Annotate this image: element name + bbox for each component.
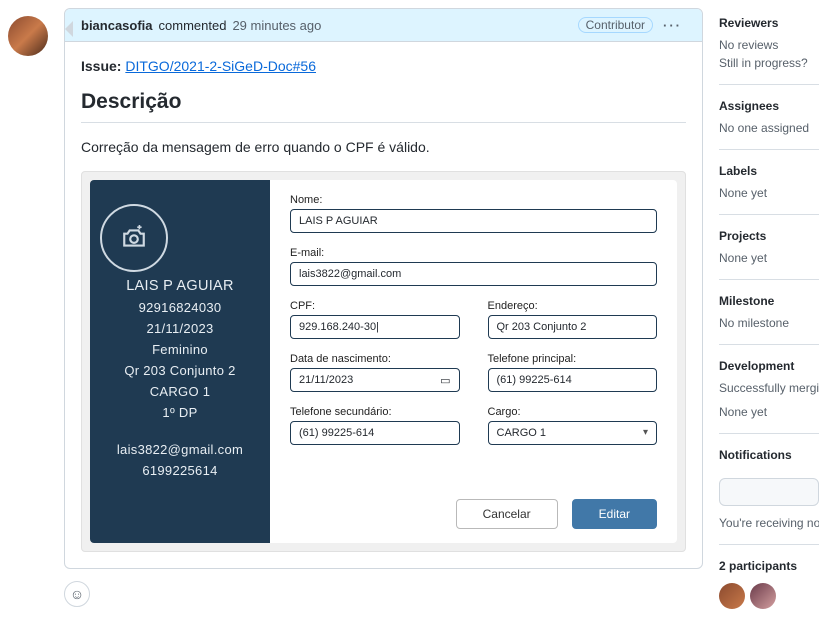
- milestone-title: Milestone: [719, 294, 819, 308]
- development-none: None yet: [719, 405, 819, 419]
- notifications-text: You're receiving notifications because y…: [719, 516, 819, 530]
- comment-author-avatar[interactable]: [8, 16, 48, 56]
- projects-section[interactable]: Projects None yet: [719, 215, 819, 280]
- comment-body: Issue: DITGO/2021-2-SiGeD-Doc#56 Descriç…: [65, 42, 702, 568]
- assignees-text: No one assigned: [719, 121, 819, 135]
- comment-container: biancasofia commented 29 minutes ago Con…: [64, 8, 703, 569]
- description-heading: Descrição: [81, 90, 686, 123]
- add-reaction-button[interactable]: ☺: [64, 581, 90, 607]
- comment-author-link[interactable]: biancasofia: [81, 18, 153, 33]
- cpf-label: CPF:: [290, 300, 460, 312]
- tel2-label: Telefone secundário:: [290, 406, 460, 418]
- reviewers-section[interactable]: Reviewers No reviews Still in progress?: [719, 8, 819, 85]
- cargo-select[interactable]: CARGO 1▾: [488, 421, 658, 445]
- attached-screenshot[interactable]: LAIS P AGUIAR 92916824030 21/11/2023 Fem…: [81, 171, 686, 552]
- comment-header: biancasofia commented 29 minutes ago Con…: [65, 9, 702, 42]
- participants-title: 2 participants: [719, 559, 819, 573]
- development-text: Successfully merging this pull request m…: [719, 381, 819, 395]
- side-dp: 1º DP: [100, 405, 260, 420]
- email-label: E-mail:: [290, 247, 657, 259]
- smiley-icon: ☺: [70, 586, 84, 602]
- side-cpf: 92916824030: [100, 300, 260, 315]
- add-photo-icon: [100, 204, 168, 272]
- side-phone: 6199225614: [100, 463, 260, 478]
- tel2-input[interactable]: (61) 99225-614: [290, 421, 460, 445]
- side-gender: Feminino: [100, 342, 260, 357]
- side-cargo: CARGO 1: [100, 384, 260, 399]
- endereco-label: Endereço:: [488, 300, 658, 312]
- reviewers-title: Reviewers: [719, 16, 819, 30]
- side-address: Qr 203 Conjunto 2: [100, 363, 260, 378]
- edit-button[interactable]: Editar: [572, 499, 657, 529]
- comment-timestamp[interactable]: 29 minutes ago: [232, 18, 321, 33]
- cpf-input[interactable]: 929.168.240-30|: [290, 315, 460, 339]
- notifications-button[interactable]: [719, 478, 819, 506]
- nascimento-label: Data de nascimento:: [290, 353, 460, 365]
- labels-title: Labels: [719, 164, 819, 178]
- form-main-panel: Nome: LAIS P AGUIAR E-mail: lais3822@gma…: [270, 180, 677, 543]
- labels-text: None yet: [719, 186, 819, 200]
- notifications-title: Notifications: [719, 448, 819, 462]
- nome-label: Nome:: [290, 194, 657, 206]
- participant-avatar-2[interactable]: [750, 583, 776, 609]
- sidebar: Reviewers No reviews Still in progress? …: [719, 8, 819, 626]
- notifications-section: Notifications You're receiving notificat…: [719, 434, 819, 545]
- tel1-label: Telefone principal:: [488, 353, 658, 365]
- projects-text: None yet: [719, 251, 819, 265]
- reviewers-progress[interactable]: Still in progress?: [719, 56, 819, 70]
- side-name: LAIS P AGUIAR: [100, 278, 260, 294]
- form-side-panel: LAIS P AGUIAR 92916824030 21/11/2023 Fem…: [90, 180, 270, 543]
- email-input[interactable]: lais3822@gmail.com: [290, 262, 657, 286]
- milestone-section[interactable]: Milestone No milestone: [719, 280, 819, 345]
- kebab-menu-icon[interactable]: ···: [659, 18, 686, 33]
- reviewers-text: No reviews: [719, 38, 819, 52]
- issue-link[interactable]: DITGO/2021-2-SiGeD-Doc#56: [125, 58, 316, 74]
- development-section[interactable]: Development Successfully merging this pu…: [719, 345, 819, 434]
- chevron-down-icon: ▾: [643, 427, 648, 438]
- calendar-icon[interactable]: ▭: [440, 374, 450, 387]
- development-title: Development: [719, 359, 819, 373]
- comment-action-text: commented: [159, 18, 227, 33]
- labels-section[interactable]: Labels None yet: [719, 150, 819, 215]
- side-email: lais3822@gmail.com: [100, 442, 260, 457]
- issue-label: Issue:: [81, 58, 121, 74]
- contributor-badge: Contributor: [578, 17, 653, 33]
- milestone-text: No milestone: [719, 316, 819, 330]
- assignees-section[interactable]: Assignees No one assigned: [719, 85, 819, 150]
- cancel-button[interactable]: Cancelar: [456, 499, 558, 529]
- cargo-label: Cargo:: [488, 406, 658, 418]
- projects-title: Projects: [719, 229, 819, 243]
- tel1-input[interactable]: (61) 99225-614: [488, 368, 658, 392]
- nome-input[interactable]: LAIS P AGUIAR: [290, 209, 657, 233]
- assignees-title: Assignees: [719, 99, 819, 113]
- endereco-input[interactable]: Qr 203 Conjunto 2: [488, 315, 658, 339]
- participants-section: 2 participants: [719, 545, 819, 626]
- side-date: 21/11/2023: [100, 321, 260, 336]
- nascimento-input[interactable]: 21/11/2023▭: [290, 368, 460, 392]
- description-text: Correção da mensagem de erro quando o CP…: [81, 139, 686, 155]
- participant-avatar-1[interactable]: [719, 583, 745, 609]
